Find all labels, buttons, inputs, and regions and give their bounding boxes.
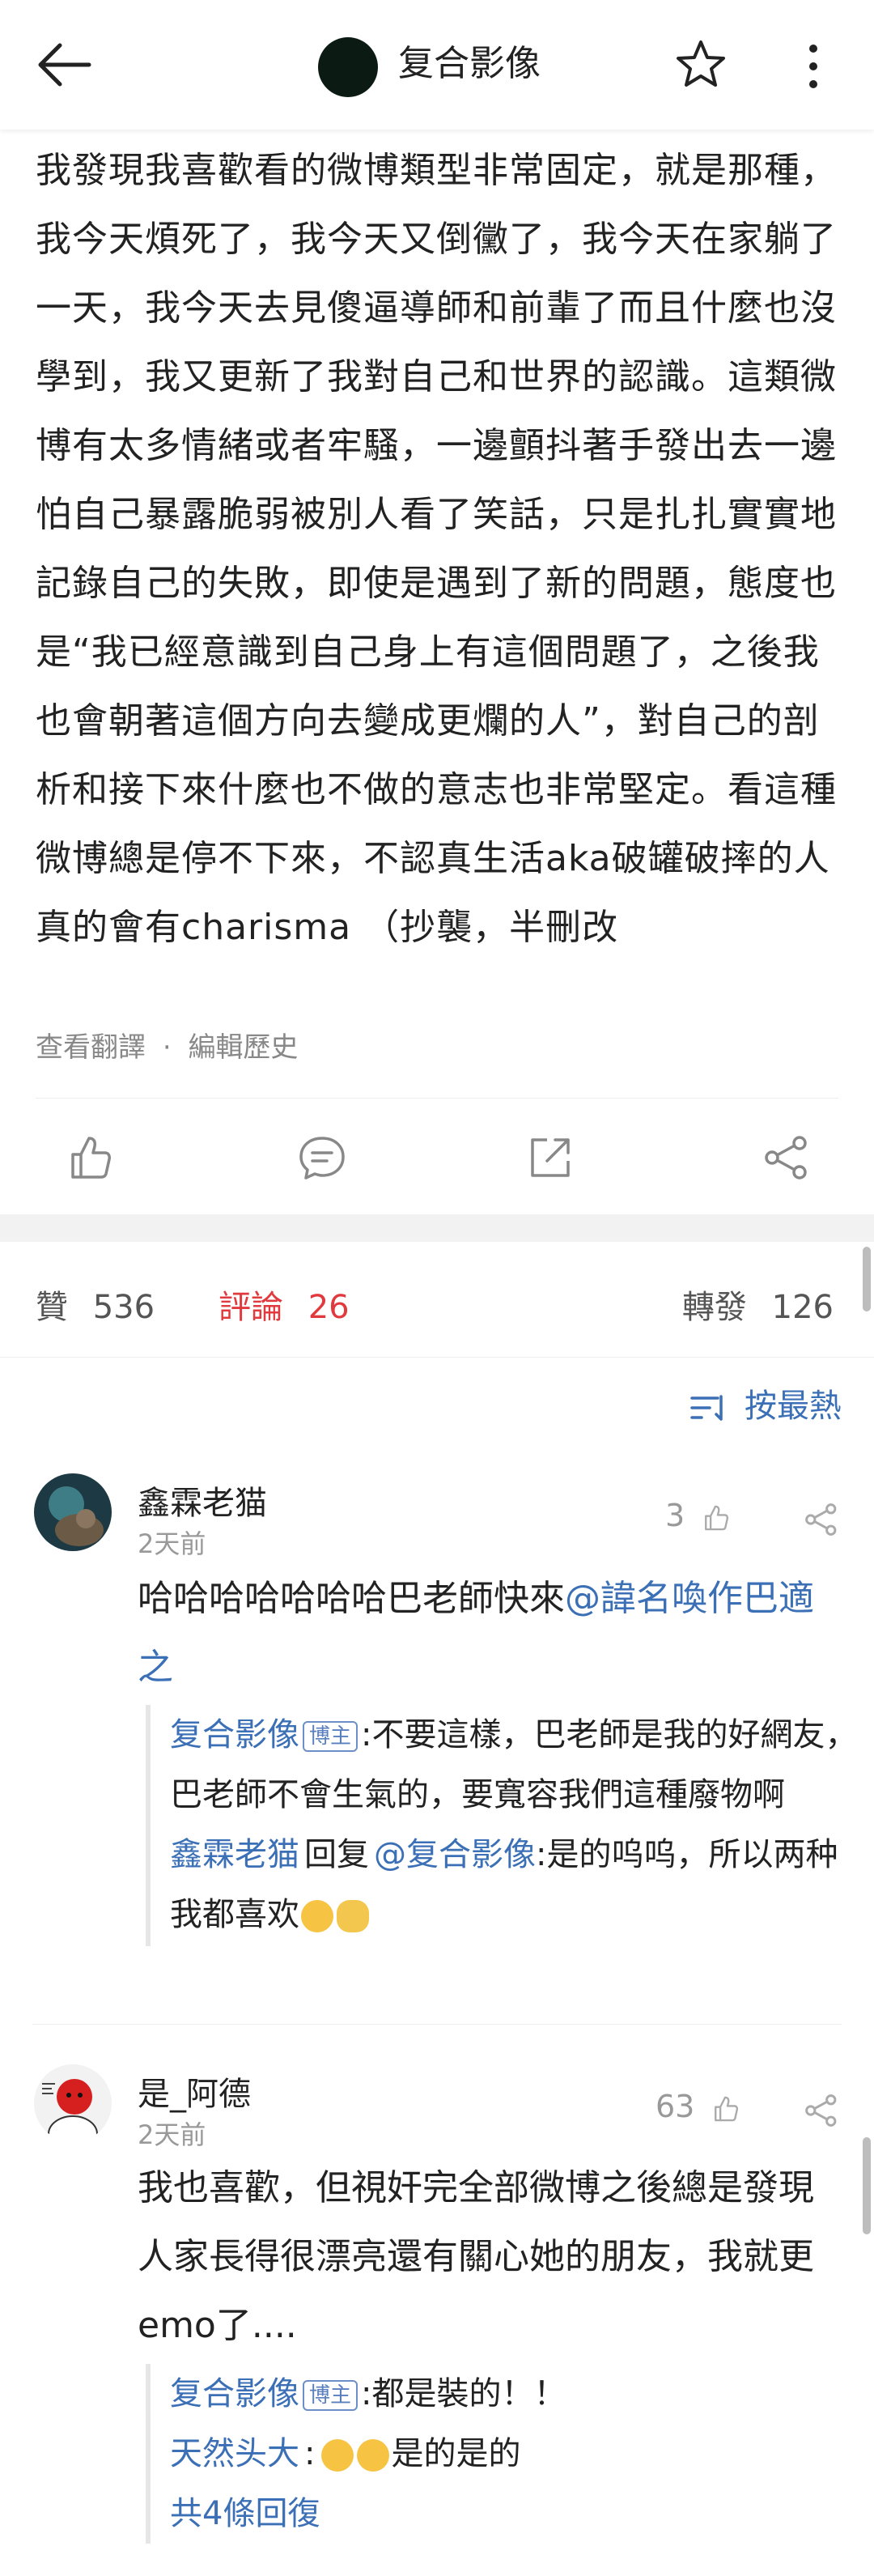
comment-like-count: 3 bbox=[665, 1498, 685, 1533]
reply-author[interactable]: 复合影像 bbox=[170, 1716, 299, 1753]
reposts-tab[interactable]: 轉發 126 bbox=[682, 1281, 834, 1328]
share-icon[interactable] bbox=[759, 1130, 814, 1185]
reply-item: 复合影像 博主:不要這樣，巴老師是我的好網友，巴老師不會生氣的，要寬容我們這種廢物… bbox=[170, 1705, 866, 1825]
comment-text: 哈哈哈哈哈哈哈巴老師快來@諱名喚作巴適之 bbox=[138, 1564, 842, 1702]
scrollbar[interactable] bbox=[863, 1247, 871, 1311]
comment-like-count: 63 bbox=[656, 2089, 695, 2124]
reply-author[interactable]: 复合影像 bbox=[170, 2375, 299, 2412]
reply-item: 复合影像 博主:都是裝的！！ bbox=[170, 2364, 866, 2424]
comment-text: 我也喜歡，但視奸完全部微博之後總是發現人家長得很漂亮還有關心她的朋友，我就更em… bbox=[138, 2167, 814, 2346]
comment-icon[interactable] bbox=[295, 1130, 350, 1185]
reply-mention[interactable]: @复合影像 bbox=[374, 1836, 536, 1873]
like-icon bbox=[715, 2096, 739, 2121]
likes-tab[interactable]: 贊 536 bbox=[36, 1281, 155, 1328]
commenter-avatar[interactable] bbox=[34, 1473, 112, 1551]
comments-count: 26 bbox=[308, 1289, 350, 1326]
crying-emoji-icon bbox=[357, 2439, 390, 2472]
reposts-count: 126 bbox=[771, 1289, 834, 1326]
comment-like-button[interactable]: 63 bbox=[656, 2089, 741, 2125]
edit-history-link[interactable]: 編輯歷史 bbox=[188, 1031, 298, 1064]
reply-text: 是的是的 bbox=[391, 2435, 521, 2472]
sort-icon bbox=[690, 1395, 723, 1421]
likes-count: 536 bbox=[92, 1289, 155, 1326]
more-replies-link[interactable]: 共4條回復 bbox=[170, 2484, 866, 2544]
post-meta: 查看翻譯 · 編輯歷史 bbox=[36, 1025, 306, 1065]
section-divider bbox=[0, 1214, 874, 1242]
divider bbox=[0, 1357, 874, 1358]
crying-emoji-icon bbox=[321, 2439, 354, 2472]
action-bar bbox=[0, 1117, 874, 1198]
comment-like-button[interactable]: 3 bbox=[665, 1498, 732, 1534]
crying-emoji-icon bbox=[301, 1900, 333, 1932]
stats-bar: 贊 536 評論 26 轉發 126 bbox=[0, 1263, 874, 1344]
commenter-avatar[interactable] bbox=[34, 2064, 112, 2142]
view-translation-link[interactable]: 查看翻譯 bbox=[36, 1031, 146, 1064]
sort-button[interactable]: 按最熱 bbox=[690, 1379, 842, 1426]
divider bbox=[36, 1098, 838, 1099]
reply-item: 天然头大: 是的是的 bbox=[170, 2424, 866, 2484]
reply-text: :都是裝的！！ bbox=[361, 2375, 566, 2412]
back-arrow-icon[interactable] bbox=[32, 39, 97, 91]
scrollbar[interactable] bbox=[863, 2137, 871, 2234]
reply-author[interactable]: 鑫霖老猫 bbox=[170, 1836, 299, 1873]
like-icon bbox=[705, 1505, 729, 1530]
author-avatar[interactable] bbox=[318, 37, 378, 97]
commenter-name[interactable]: 是_阿德 bbox=[138, 2068, 251, 2115]
reply-author[interactable]: 天然头大 bbox=[170, 2435, 299, 2472]
commenter-name[interactable]: 鑫霖老猫 bbox=[138, 1477, 267, 1524]
share-icon[interactable] bbox=[801, 2090, 842, 2131]
reply-colon: : bbox=[304, 2435, 316, 2472]
share-icon[interactable] bbox=[801, 1499, 842, 1540]
comments-tab[interactable]: 評論 26 bbox=[218, 1281, 350, 1328]
reposts-label: 轉發 bbox=[681, 1289, 747, 1326]
comment-time: 2天前 bbox=[138, 2119, 206, 2150]
divider bbox=[32, 2024, 842, 2025]
page-title[interactable]: 复合影像 bbox=[398, 39, 541, 89]
hug-emoji-icon bbox=[337, 1900, 369, 1932]
post-text: 我發現我喜歡看的微博類型非常固定，就是那種，我今天煩死了，我今天又倒黴了，我今天… bbox=[36, 150, 837, 948]
sort-label: 按最熱 bbox=[745, 1388, 842, 1425]
reply-box[interactable]: 复合影像 博主:不要這樣，巴老師是我的好網友，巴老師不會生氣的，要寬容我們這種廢物… bbox=[146, 1705, 866, 1946]
comments-label: 評論 bbox=[218, 1289, 283, 1326]
star-icon[interactable] bbox=[670, 34, 732, 96]
comment-body: 哈哈哈哈哈哈哈巴老師快來 bbox=[138, 1578, 565, 1619]
reply-word: 回复 bbox=[304, 1836, 369, 1873]
meta-separator: · bbox=[162, 1031, 172, 1064]
comment-time: 2天前 bbox=[138, 1528, 206, 1559]
likes-label: 贊 bbox=[36, 1289, 68, 1326]
reply-box[interactable]: 复合影像 博主:都是裝的！！ 天然头大: 是的是的 共4條回復 bbox=[146, 2364, 866, 2544]
reply-item: 鑫霖老猫 回复 @复合影像:是的呜呜，所以两种我都喜欢 bbox=[170, 1825, 866, 1945]
repost-icon[interactable] bbox=[523, 1130, 578, 1185]
author-badge: 博主 bbox=[303, 1721, 359, 1752]
top-bar: 复合影像 bbox=[0, 0, 874, 130]
more-options-icon[interactable] bbox=[793, 36, 834, 97]
like-icon[interactable] bbox=[62, 1130, 117, 1185]
author-badge: 博主 bbox=[303, 2380, 359, 2411]
